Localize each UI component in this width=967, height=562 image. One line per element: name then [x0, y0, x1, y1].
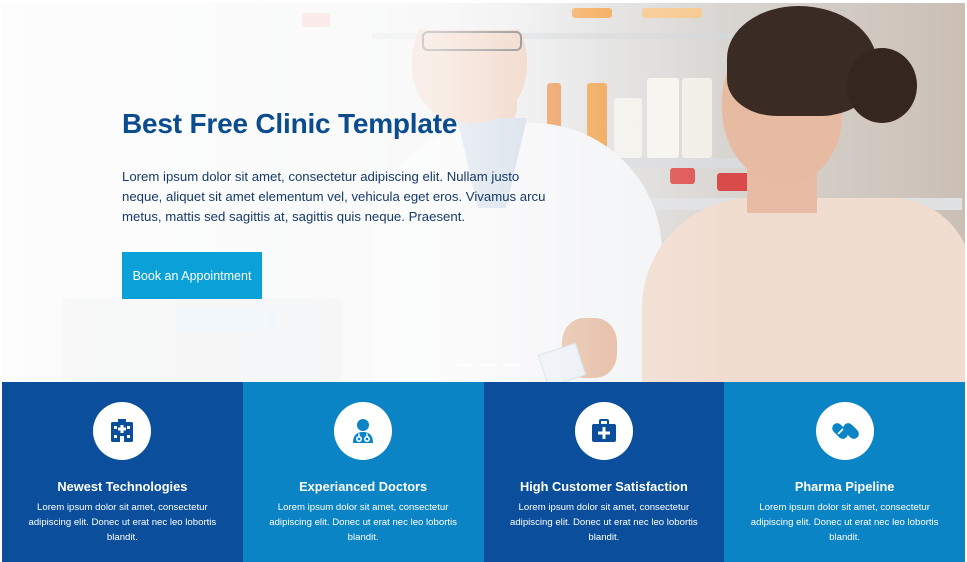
feature-text: Lorem ipsum dolor sit amet, consectetur …	[750, 502, 939, 543]
feature-text: Lorem ipsum dolor sit amet, consectetur …	[269, 502, 457, 543]
feature-pharma-pipeline: Pharma Pipeline Lorem ipsum dolor sit am…	[724, 382, 965, 562]
slider-dot[interactable]	[502, 364, 520, 366]
feature-experianced-doctors: Experianced Doctors Lorem ipsum dolor si…	[242, 382, 484, 562]
feature-title: Experianced Doctors	[299, 479, 428, 494]
feature-high-customer-satisfaction: High Customer Satisfaction Lorem ipsum d…	[483, 382, 725, 562]
hero-description: Lorem ipsum dolor sit amet, consectetur …	[122, 169, 546, 224]
medical-kit-icon	[574, 402, 633, 460]
feature-newest-technologies: Newest Technologies Lorem ipsum dolor si…	[2, 382, 243, 562]
slider-dot[interactable]	[478, 364, 496, 366]
feature-text: Lorem ipsum dolor sit amet, consectetur …	[28, 502, 217, 543]
slider-dots	[454, 364, 520, 366]
feature-text: Lorem ipsum dolor sit amet, consectetur …	[510, 502, 698, 543]
hospital-icon	[93, 402, 152, 460]
feature-title: Pharma Pipeline	[794, 479, 895, 494]
book-appointment-button[interactable]: Book an Appointment	[122, 252, 262, 299]
feature-title: High Customer Satisfaction	[519, 479, 688, 494]
pills-icon	[815, 402, 874, 460]
features-row: Newest Technologies Lorem ipsum dolor si…	[2, 382, 965, 562]
slider-dot[interactable]	[454, 364, 472, 366]
hero-banner: Best Free Clinic Template Lorem ipsum do…	[2, 3, 965, 382]
doctor-icon	[334, 402, 393, 460]
feature-title: Newest Technologies	[57, 479, 188, 494]
hero-title: Best Free Clinic Template	[122, 108, 458, 139]
